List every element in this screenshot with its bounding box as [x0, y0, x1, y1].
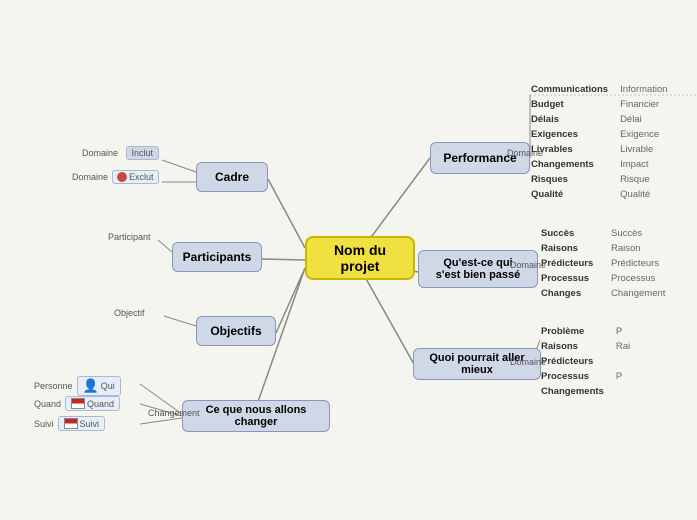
table-row: Prédicteurs	[535, 354, 636, 369]
table-row: Communications Information	[525, 82, 674, 97]
quand-row: Quand Quand	[34, 396, 120, 411]
objectifs-node[interactable]: Objectifs	[196, 316, 276, 346]
table-row: Exigences Exigence	[525, 127, 674, 142]
domaine-inclut-label: Domaine Inclut	[82, 148, 159, 158]
mindmap-canvas: Nom du projet Performance Qu'est-ce qui …	[0, 0, 697, 520]
ce-que-node[interactable]: Ce que nous allons changer	[182, 400, 330, 432]
domaine-exclut-text: Domaine	[72, 172, 108, 182]
cadre-node[interactable]: Cadre	[196, 162, 268, 192]
domaine-label: Domaine	[82, 148, 118, 158]
table-row: Risques Risque	[525, 172, 674, 187]
quoi-passe-table: Succès Succès Raisons Raison Prédicteurs…	[535, 226, 671, 301]
cell-val: Financier	[614, 97, 674, 112]
qui-label: Qui	[101, 381, 115, 391]
table-row: Raisons Rai	[535, 339, 636, 354]
table-row: Succès Succès	[535, 226, 671, 241]
cell-val: Succès	[605, 226, 671, 241]
suivi-label: Suivi	[34, 419, 54, 429]
table-row: Délais Délai	[525, 112, 674, 127]
flag-icon	[71, 398, 85, 409]
cell-val: Information	[614, 82, 674, 97]
cell-val: Délai	[614, 112, 674, 127]
person-icon: 👤	[83, 378, 99, 394]
quoi-mieux-table: Problème P Raisons Rai Prédicteurs Proce…	[535, 324, 636, 399]
table-row: Budget Financier	[525, 97, 674, 112]
exclut-icon	[117, 172, 127, 182]
participants-node[interactable]: Participants	[172, 242, 262, 272]
suivi-val-label: Suivi	[80, 419, 100, 429]
cell-key: Budget	[525, 97, 614, 112]
table-row: Raisons Raison	[535, 241, 671, 256]
qui-node[interactable]: 👤 Qui	[77, 376, 121, 396]
suivi-node[interactable]: Suivi	[58, 416, 106, 431]
cell-key: Communications	[525, 82, 614, 97]
table-row: Prédicteurs Prédicteurs	[535, 256, 671, 271]
objectif-label: Objectif	[114, 308, 145, 318]
cell-key: Risques	[525, 172, 614, 187]
cell-key: Prédicteurs	[535, 354, 610, 369]
central-node[interactable]: Nom du projet	[305, 236, 415, 280]
cell-val: Risque	[614, 172, 674, 187]
cell-val: P	[610, 369, 636, 384]
table-row: Changements	[535, 384, 636, 399]
performance-table: Communications Information Budget Financ…	[525, 82, 674, 202]
performance-domain-label: Domaine	[507, 148, 543, 158]
exclut-label: Exclut	[129, 172, 154, 182]
cell-val: Prédicteurs	[605, 256, 671, 271]
domaine-exclut-label: Domaine Exclut	[72, 170, 159, 184]
cell-key: Raisons	[535, 339, 610, 354]
table-row: Processus P	[535, 369, 636, 384]
cell-key: Succès	[535, 226, 605, 241]
flag2-icon	[64, 418, 78, 429]
cell-key: Délais	[525, 112, 614, 127]
cell-key: Changes	[535, 286, 605, 301]
changement-label: Changement	[148, 408, 200, 418]
cell-val: Exigence	[614, 127, 674, 142]
inclut-sub-node[interactable]: Inclut	[126, 146, 160, 160]
performance-node[interactable]: Performance	[430, 142, 530, 174]
cell-key: Problème	[535, 324, 610, 339]
cell-key: Processus	[535, 369, 610, 384]
quand-val-label: Quand	[87, 399, 114, 409]
cell-val: P	[610, 324, 636, 339]
cell-key: Processus	[535, 271, 605, 286]
cell-val: Raison	[605, 241, 671, 256]
cell-val: Changement	[605, 286, 671, 301]
cell-key: Qualité	[525, 187, 614, 202]
cell-val: Processus	[605, 271, 671, 286]
cell-val	[610, 384, 636, 399]
cell-val: Qualité	[614, 187, 674, 202]
table-row: Problème P	[535, 324, 636, 339]
personne-row: Personne 👤 Qui	[34, 376, 121, 396]
participant-label: Participant	[108, 232, 151, 242]
quand-node[interactable]: Quand	[65, 396, 120, 411]
table-row: Processus Processus	[535, 271, 671, 286]
cell-val	[610, 354, 636, 369]
personne-label: Personne	[34, 381, 73, 391]
cell-key: Changements	[535, 384, 610, 399]
exclut-sub-node[interactable]: Exclut	[112, 170, 159, 184]
cell-key: Exigences	[525, 127, 614, 142]
cell-key: Changements	[525, 157, 614, 172]
table-row: Changes Changement	[535, 286, 671, 301]
cell-val: Rai	[610, 339, 636, 354]
suivi-row: Suivi Suivi	[34, 416, 105, 431]
cell-key: Raisons	[535, 241, 605, 256]
table-row: Qualité Qualité	[525, 187, 674, 202]
table-row: Livrables Livrable	[525, 142, 674, 157]
quoi-mieux-domain-label: Domaine	[510, 357, 546, 367]
quand-label: Quand	[34, 399, 61, 409]
cell-val: Impact	[614, 157, 674, 172]
table-row: Changements Impact	[525, 157, 674, 172]
quoi-passe-domain-label: Domaine	[510, 260, 546, 270]
cell-val: Livrable	[614, 142, 674, 157]
